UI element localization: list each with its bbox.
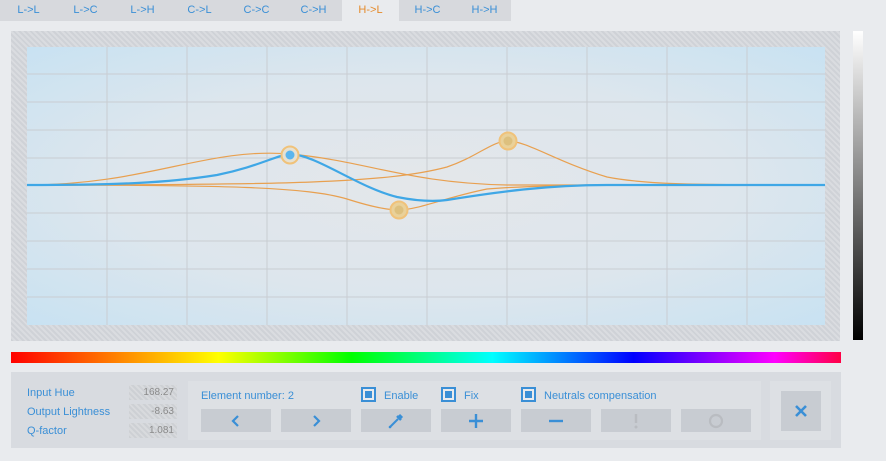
element-curves [27,140,825,211]
tab-c-c[interactable]: C->C [228,0,285,21]
chevron-left-icon [231,414,239,427]
tab-h-l[interactable]: H->L [342,0,399,21]
next-element-button[interactable] [281,409,351,432]
q-factor-label: Q-factor [27,425,67,437]
q-factor-value[interactable]: 1.081 [129,423,177,438]
lightness-gradient-bar [853,31,863,340]
tab-c-h[interactable]: C->H [285,0,342,21]
element-number-label: Element number: 2 [201,390,294,402]
enable-label: Enable [384,390,419,402]
fix-label: Fix [464,390,479,402]
tab-l-l[interactable]: L->L [0,0,57,21]
input-hue-value[interactable]: 168.27 [129,385,177,400]
hue-spectrum-bar [11,352,841,363]
close-icon [795,405,807,417]
warning-button[interactable] [601,409,671,432]
output-lightness-label: Output Lightness [27,406,111,418]
previous-element-button[interactable] [201,409,271,432]
add-element-button[interactable] [441,409,511,432]
exclamation-icon [634,413,638,428]
plus-icon [469,413,483,428]
tab-l-h[interactable]: L->H [114,0,171,21]
mode-tabs: L->L L->C L->H C->L C->C C->H H->L H->C … [0,0,513,21]
tab-c-l[interactable]: C->L [171,0,228,21]
fix-checkbox[interactable] [441,387,456,402]
tab-bar-filler [511,0,886,21]
tab-h-c[interactable]: H->C [399,0,456,21]
minus-icon [549,419,563,422]
input-hue-label: Input Hue [27,387,75,399]
neutrals-compensation-label: Neutrals compensation [544,390,657,402]
eyedropper-icon [388,413,404,428]
reset-button[interactable] [681,409,751,432]
remove-element-button[interactable] [521,409,591,432]
element-point-1[interactable] [280,145,300,165]
neutrals-compensation-checkbox[interactable] [521,387,536,402]
circle-icon [708,413,724,428]
tab-l-c[interactable]: L->C [57,0,114,21]
element-point-3[interactable] [498,131,518,151]
output-lightness-value[interactable]: -8.63 [129,404,177,419]
color-picker-button[interactable] [361,409,431,432]
curve-svg [27,47,825,325]
close-button[interactable] [781,391,821,431]
enable-checkbox[interactable] [361,387,376,402]
chevron-right-icon [313,414,321,427]
tab-h-h[interactable]: H->H [456,0,513,21]
element-curve-2 [27,184,825,211]
element-point-2[interactable] [389,200,409,220]
curve-plot[interactable] [27,47,825,325]
